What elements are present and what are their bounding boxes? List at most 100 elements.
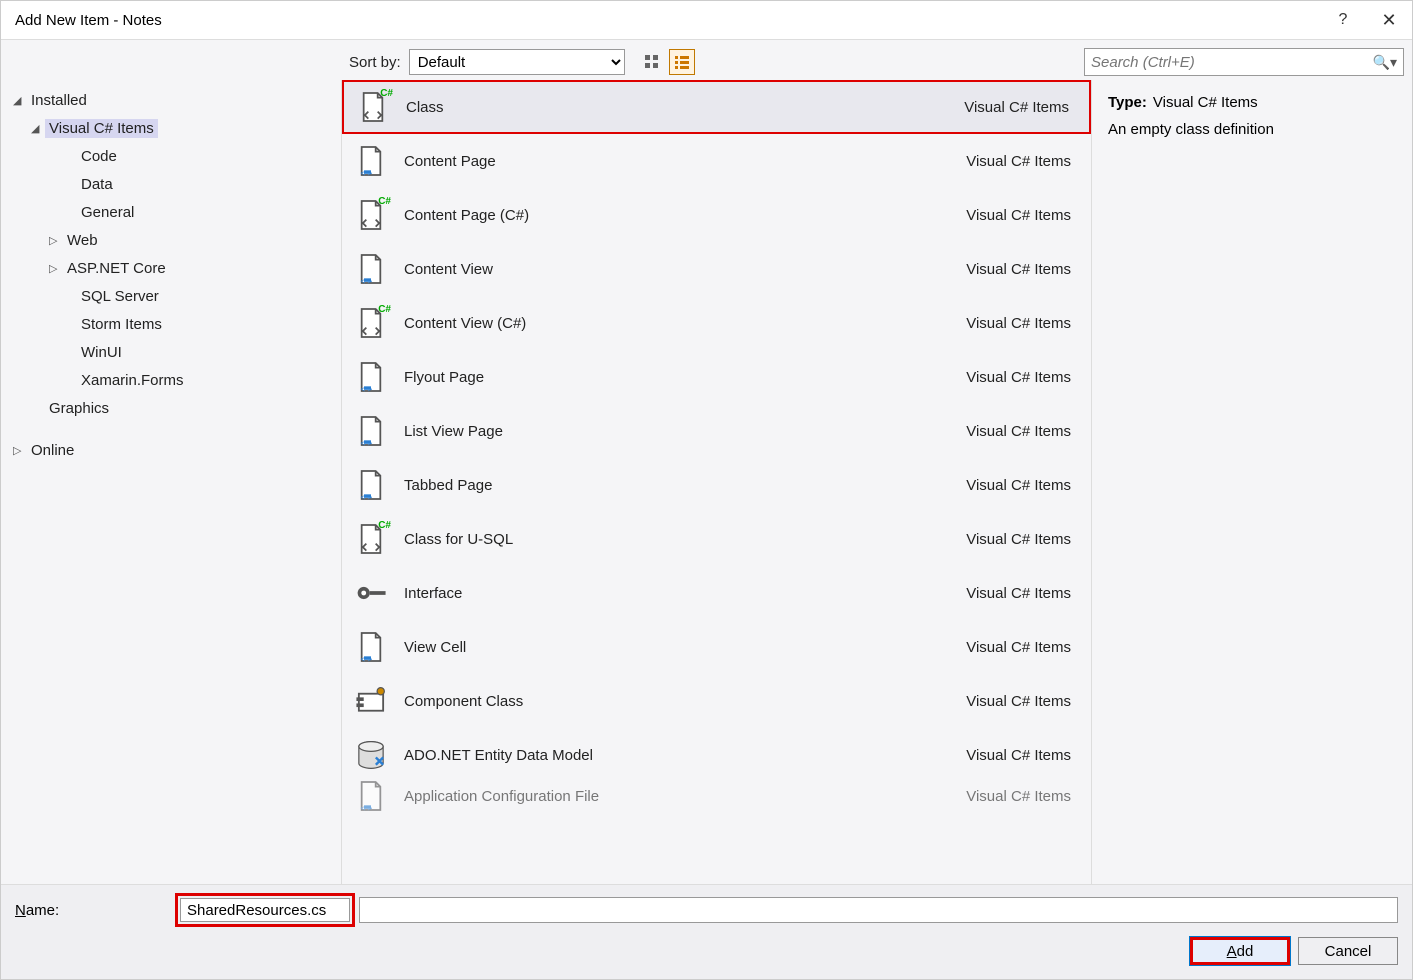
template-category: Visual C# Items: [966, 747, 1071, 764]
svg-text:< >: < >: [361, 277, 373, 286]
template-category: Visual C# Items: [966, 477, 1071, 494]
search-input[interactable]: [1091, 54, 1373, 71]
template-category: Visual C# Items: [966, 423, 1071, 440]
template-item[interactable]: < > Content ViewVisual C# Items: [342, 242, 1091, 296]
type-label: Type:: [1108, 94, 1147, 111]
template-name: Content Page: [404, 153, 966, 170]
template-item[interactable]: < > Content PageVisual C# Items: [342, 134, 1091, 188]
template-icon: [354, 576, 388, 610]
template-icon: < >: [354, 779, 388, 813]
window-title: Add New Item - Notes: [15, 12, 1320, 29]
template-icon: < >: [354, 630, 388, 664]
template-item[interactable]: C# Content Page (C#)Visual C# Items: [342, 188, 1091, 242]
template-item[interactable]: < > List View PageVisual C# Items: [342, 404, 1091, 458]
template-icon: [354, 738, 388, 772]
toolbar: Sort by: Default 🔍▾: [1, 40, 1412, 80]
svg-text:< >: < >: [361, 493, 373, 502]
tree-xamarin[interactable]: Xamarin.Forms: [1, 366, 341, 394]
tree-aspnet[interactable]: ▷ASP.NET Core: [1, 254, 341, 282]
help-icon[interactable]: ?: [1320, 11, 1366, 29]
template-item[interactable]: C# ClassVisual C# Items: [342, 80, 1091, 134]
template-category: Visual C# Items: [966, 261, 1071, 278]
template-category: Visual C# Items: [966, 693, 1071, 710]
name-input-ext[interactable]: [359, 897, 1398, 923]
template-icon: < >: [354, 414, 388, 448]
template-category: Visual C# Items: [966, 207, 1071, 224]
svg-text:< >: < >: [361, 804, 373, 813]
search-box[interactable]: 🔍▾: [1084, 48, 1404, 76]
tree-sqlserver[interactable]: SQL Server: [1, 282, 341, 310]
type-value: Visual C# Items: [1153, 94, 1258, 111]
view-tiles-button[interactable]: [639, 49, 665, 75]
close-icon[interactable]: ✕: [1366, 10, 1412, 31]
tree-data[interactable]: Data: [1, 170, 341, 198]
template-category: Visual C# Items: [966, 315, 1071, 332]
tree-online[interactable]: ▷Online: [1, 436, 341, 464]
add-button[interactable]: Add: [1190, 937, 1290, 965]
template-name: Component Class: [404, 693, 966, 710]
name-label: Name:: [15, 902, 175, 919]
template-name: Class: [406, 99, 964, 116]
template-item[interactable]: ADO.NET Entity Data ModelVisual C# Items: [342, 728, 1091, 782]
template-item[interactable]: InterfaceVisual C# Items: [342, 566, 1091, 620]
svg-text:< >: < >: [361, 439, 373, 448]
search-icon[interactable]: 🔍▾: [1373, 54, 1397, 71]
template-item[interactable]: < > Flyout PageVisual C# Items: [342, 350, 1091, 404]
template-icon: [354, 684, 388, 718]
template-icon: C#: [356, 90, 390, 124]
template-category: Visual C# Items: [966, 153, 1071, 170]
template-name: ADO.NET Entity Data Model: [404, 747, 966, 764]
name-input[interactable]: [180, 898, 350, 922]
category-tree: ◢Installed ◢Visual C# Items Code Data Ge…: [1, 80, 341, 884]
template-name: Class for U-SQL: [404, 531, 966, 548]
template-name: Flyout Page: [404, 369, 966, 386]
template-name: Application Configuration File: [404, 788, 966, 805]
titlebar: Add New Item - Notes ? ✕: [1, 1, 1412, 39]
cancel-button[interactable]: Cancel: [1298, 937, 1398, 965]
sort-by-label: Sort by:: [349, 54, 401, 71]
tree-csharp-items[interactable]: ◢Visual C# Items: [1, 114, 341, 142]
sort-by-select[interactable]: Default: [409, 49, 625, 75]
template-name: Content View (C#): [404, 315, 966, 332]
template-icon: C#: [354, 522, 388, 556]
template-item[interactable]: < > View CellVisual C# Items: [342, 620, 1091, 674]
svg-text:< >: < >: [361, 169, 373, 178]
template-category: Visual C# Items: [964, 99, 1069, 116]
type-description: An empty class definition: [1108, 121, 1396, 138]
template-category: Visual C# Items: [966, 531, 1071, 548]
template-icon: < >: [354, 360, 388, 394]
template-name: Interface: [404, 585, 966, 602]
tree-storm[interactable]: Storm Items: [1, 310, 341, 338]
svg-text:< >: < >: [361, 655, 373, 664]
template-item[interactable]: Component ClassVisual C# Items: [342, 674, 1091, 728]
info-panel: Type: Visual C# Items An empty class defi…: [1092, 80, 1412, 884]
template-item[interactable]: C# Class for U-SQLVisual C# Items: [342, 512, 1091, 566]
template-name: View Cell: [404, 639, 966, 656]
tree-installed[interactable]: ◢Installed: [1, 86, 341, 114]
template-item[interactable]: < > Application Configuration FileVisual …: [342, 782, 1091, 810]
tree-winui[interactable]: WinUI: [1, 338, 341, 366]
template-item[interactable]: < > Tabbed PageVisual C# Items: [342, 458, 1091, 512]
template-item[interactable]: C# Content View (C#)Visual C# Items: [342, 296, 1091, 350]
template-category: Visual C# Items: [966, 639, 1071, 656]
template-icon: < >: [354, 468, 388, 502]
template-category: Visual C# Items: [966, 788, 1071, 805]
template-name: Tabbed Page: [404, 477, 966, 494]
footer: Name: Add Cancel: [1, 884, 1412, 979]
template-category: Visual C# Items: [966, 369, 1071, 386]
tree-code[interactable]: Code: [1, 142, 341, 170]
template-icon: < >: [354, 144, 388, 178]
svg-text:< >: < >: [361, 385, 373, 394]
template-icon: C#: [354, 198, 388, 232]
tree-web[interactable]: ▷Web: [1, 226, 341, 254]
template-name: List View Page: [404, 423, 966, 440]
tree-graphics[interactable]: Graphics: [1, 394, 341, 422]
template-name: Content Page (C#): [404, 207, 966, 224]
view-list-button[interactable]: [669, 49, 695, 75]
template-list[interactable]: C#ClassVisual C# Items< >Content PageVis…: [342, 80, 1091, 884]
template-name: Content View: [404, 261, 966, 278]
template-category: Visual C# Items: [966, 585, 1071, 602]
tree-general[interactable]: General: [1, 198, 341, 226]
template-icon: C#: [354, 306, 388, 340]
template-icon: < >: [354, 252, 388, 286]
